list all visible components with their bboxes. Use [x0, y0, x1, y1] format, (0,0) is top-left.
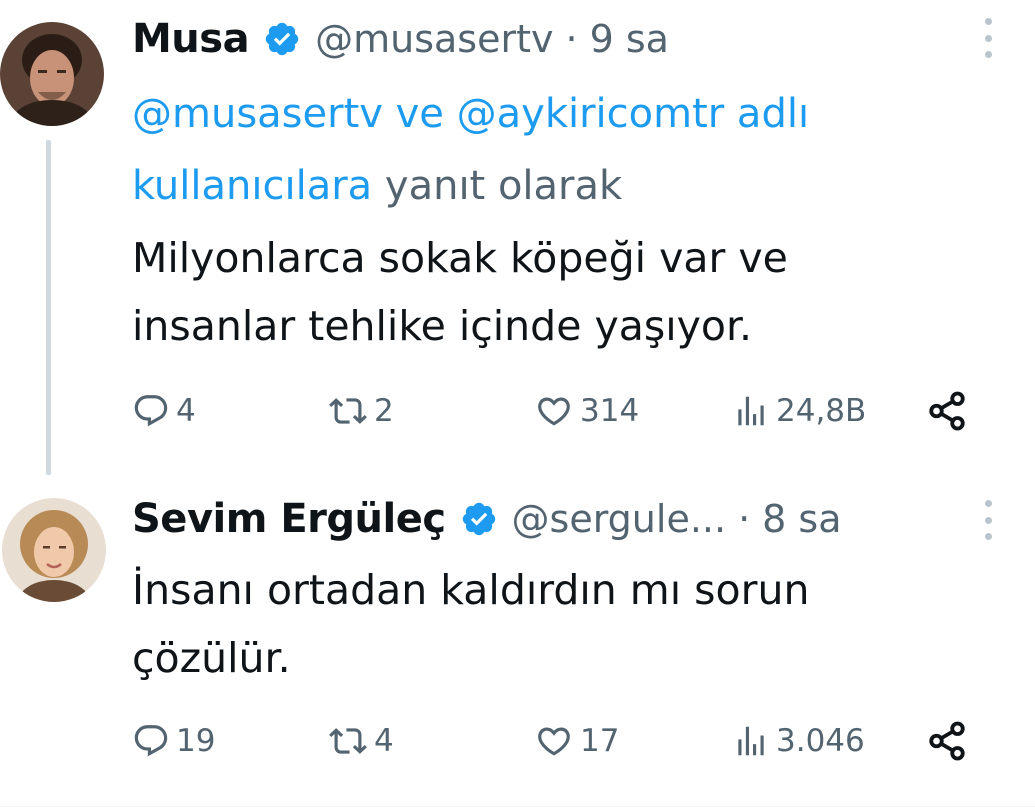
like-button[interactable]: 314 [534, 386, 639, 436]
views-button[interactable]: 24,8B [732, 386, 866, 436]
share-icon [929, 721, 965, 761]
view-count: 24,8B [776, 393, 867, 429]
divider [0, 806, 1035, 807]
mention-link[interactable]: @aykiricomtr [457, 91, 725, 137]
verified-badge-icon [462, 502, 495, 536]
retweet-icon [329, 728, 367, 754]
reply-icon [134, 725, 168, 757]
timestamp[interactable]: 8 sa [762, 497, 841, 541]
views-icon [738, 396, 764, 426]
separator-dot: · [738, 497, 751, 541]
reply-button[interactable]: 19 [132, 716, 215, 766]
like-icon [538, 397, 570, 426]
share-button[interactable] [926, 386, 968, 436]
tweet-header: Sevim Ergüleç @sergule... · 8 sa [132, 494, 842, 544]
author-name[interactable]: Musa [132, 16, 250, 62]
like-count: 314 [580, 393, 640, 429]
author-handle[interactable]: @sergule... [512, 497, 727, 541]
reply-count: 19 [176, 723, 216, 759]
verified-badge-icon [265, 22, 299, 56]
reply-context: @musasertv ve @aykiricomtr adlı kullanıc… [132, 78, 962, 222]
action-bar: 4 2 314 24,8B [132, 386, 992, 436]
reply-suffix: yanıt olarak [372, 163, 623, 209]
views-button[interactable]: 3.046 [732, 716, 865, 766]
action-bar: 19 4 17 3.046 [132, 716, 992, 766]
like-button[interactable]: 17 [534, 716, 619, 766]
retweet-icon [329, 398, 367, 424]
tweet-text: Milyonlarca sokak köpeği var ve insanlar… [132, 234, 788, 350]
thread-line [46, 140, 51, 475]
tweet-text: İnsanı ortadan kaldırdın mı sorun çözülü… [132, 566, 810, 682]
like-count: 17 [580, 723, 620, 759]
reply-button[interactable]: 4 [132, 386, 196, 436]
more-icon[interactable] [981, 18, 995, 58]
timestamp[interactable]: 9 sa [590, 17, 669, 61]
reply-connector: ve [382, 91, 457, 137]
reply-icon [134, 395, 168, 427]
retweet-button[interactable]: 4 [328, 716, 394, 766]
avatar[interactable] [0, 22, 104, 126]
more-icon[interactable] [981, 500, 995, 540]
tweet[interactable]: Musa @musasertv · 9 sa @musasertv ve @ay… [0, 0, 1035, 475]
like-icon [538, 727, 570, 756]
retweet-button[interactable]: 2 [328, 386, 394, 436]
mention-link[interactable]: @musasertv [132, 91, 383, 137]
tweet-header: Musa @musasertv · 9 sa [132, 14, 669, 64]
reply-count: 4 [176, 393, 196, 429]
views-icon [738, 726, 764, 756]
retweet-count: 2 [374, 393, 394, 429]
separator-dot: · [565, 17, 578, 61]
tweet[interactable]: Sevim Ergüleç @sergule... · 8 sa İnsanı … [0, 470, 1035, 800]
retweet-count: 4 [374, 723, 394, 759]
author-handle[interactable]: @musasertv [315, 17, 553, 61]
view-count: 3.046 [776, 723, 865, 759]
author-name[interactable]: Sevim Ergüleç [132, 496, 446, 542]
avatar[interactable] [2, 498, 106, 602]
share-button[interactable] [926, 716, 968, 766]
share-icon [929, 391, 965, 431]
